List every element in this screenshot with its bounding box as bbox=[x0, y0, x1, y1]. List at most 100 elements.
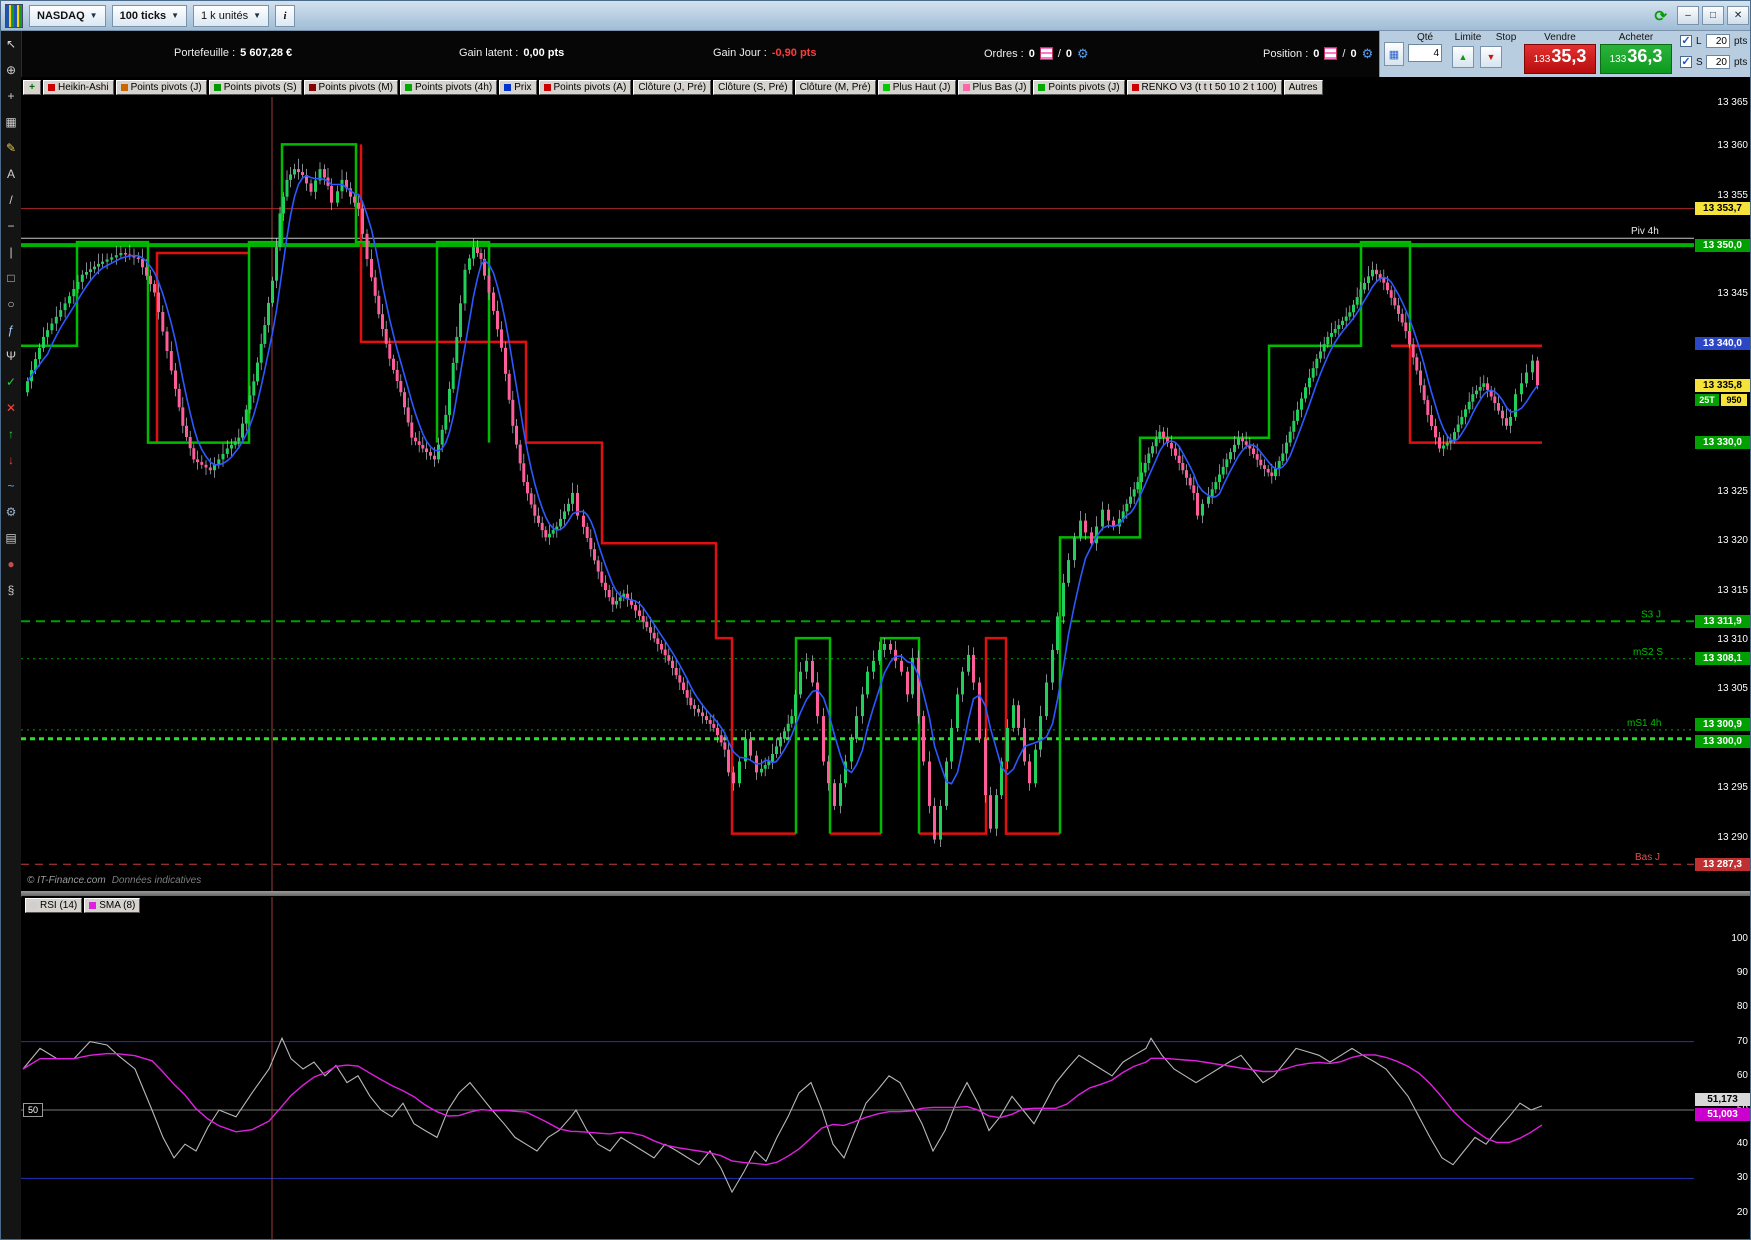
sell-button[interactable]: 133 35,3 bbox=[1524, 44, 1596, 74]
confirm-icon[interactable]: ✓ bbox=[1, 369, 21, 395]
short-stop-checkbox[interactable]: ✓ bbox=[1680, 56, 1692, 68]
short-stop-input[interactable] bbox=[1706, 55, 1730, 69]
zoom-tool-icon[interactable]: ⊕ bbox=[1, 57, 21, 83]
trading-platform-window: NASDAQ ▼ 100 ticks ▼ 1 k unités ▼ i ⟳ – … bbox=[0, 0, 1751, 1240]
buy-arrow-icon[interactable]: ↑ bbox=[1, 421, 21, 447]
close-button[interactable]: ✕ bbox=[1727, 6, 1749, 25]
info-button[interactable]: i bbox=[275, 4, 296, 27]
price-tick-label: 13 355 bbox=[1717, 189, 1748, 201]
timeframe-selector[interactable]: 100 ticks ▼ bbox=[111, 4, 187, 27]
ellipse-tool-icon[interactable]: ○ bbox=[1, 291, 21, 317]
price-badge: 13 287,3 bbox=[1695, 857, 1750, 871]
text-tool-icon[interactable]: A bbox=[1, 161, 21, 187]
buy-button[interactable]: 133 36,3 bbox=[1600, 44, 1672, 74]
list-icon[interactable]: ▤ bbox=[1, 525, 21, 551]
rsi-midline-label: 50 bbox=[23, 1103, 44, 1117]
rect-tool-icon[interactable]: □ bbox=[1, 265, 21, 291]
price-badge: 13 311,9 bbox=[1695, 614, 1750, 628]
price-tick-label: 13 345 bbox=[1717, 288, 1748, 300]
orders-table-icon[interactable] bbox=[1039, 47, 1053, 60]
svg-text:mS1 4h: mS1 4h bbox=[1627, 718, 1661, 729]
price-badge: 13 308,1 bbox=[1695, 652, 1750, 666]
indicator-tab[interactable]: Autres bbox=[1283, 79, 1323, 95]
price-chart[interactable]: Piv 4h S3 J mS2 S mS1 4h Bas J bbox=[21, 97, 1694, 891]
price-badge: 13 300,9 bbox=[1695, 718, 1750, 732]
qty-input[interactable] bbox=[1408, 44, 1442, 62]
buy-order-icon[interactable]: ▲ bbox=[1452, 46, 1474, 68]
indicator-tab[interactable]: Clôture (J, Pré) bbox=[633, 79, 712, 95]
hline-tool-icon[interactable]: − bbox=[1, 213, 21, 239]
svg-text:S3 J: S3 J bbox=[1641, 609, 1661, 620]
sma-color-swatch bbox=[89, 902, 97, 909]
buy-label: Acheter bbox=[1618, 32, 1654, 43]
position-count-2: 0 bbox=[1350, 47, 1357, 60]
titlebar: NASDAQ ▼ 100 ticks ▼ 1 k unités ▼ i ⟳ – … bbox=[1, 1, 1750, 31]
add-indicator-button[interactable]: + bbox=[23, 79, 41, 95]
indicator-tab[interactable]: Plus Haut (J) bbox=[877, 79, 956, 95]
indicator-tab[interactable]: Points pivots (S) bbox=[208, 79, 302, 95]
position-table-icon[interactable] bbox=[1324, 47, 1338, 60]
price-badge: 13 300,0 bbox=[1695, 735, 1750, 749]
grid-tool-icon[interactable]: ▦ bbox=[1, 109, 21, 135]
portfolio-info: Portefeuille : 5 607,28 € bbox=[174, 47, 292, 59]
indicator-tab[interactable]: Heikin-Ashi bbox=[43, 79, 114, 95]
wave-tool-icon[interactable]: ~ bbox=[1, 473, 21, 499]
sell-arrow-icon[interactable]: ↓ bbox=[1, 447, 21, 473]
indicator-color-swatch bbox=[882, 83, 890, 91]
minimize-button[interactable]: – bbox=[1677, 6, 1699, 25]
gain-latent-label: Gain latent : bbox=[459, 47, 519, 59]
indicator-tab[interactable]: Points pivots (J) bbox=[115, 79, 207, 95]
pitchfork-tool-icon[interactable]: Ψ bbox=[1, 343, 21, 369]
indicator-tab[interactable]: Prix bbox=[499, 79, 537, 95]
indicator-tab[interactable]: Points pivots (M) bbox=[303, 79, 398, 95]
chevron-down-icon: ▼ bbox=[171, 11, 179, 20]
cursor-tool-icon[interactable]: ↖ bbox=[1, 31, 21, 57]
crosshair-tool-icon[interactable]: + bbox=[1, 83, 21, 109]
indicator-tab[interactable]: Clôture (M, Pré) bbox=[794, 79, 876, 95]
price-axis[interactable]: 13 365 13 360 13 355 13 345 13 325 13 320 13 3… bbox=[1694, 97, 1750, 891]
delete-icon[interactable]: ✕ bbox=[1, 395, 21, 421]
sma-indicator-tab[interactable]: SMA (8) bbox=[84, 898, 141, 913]
price-tick-label: 13 310 bbox=[1717, 634, 1748, 646]
orders-gear-icon[interactable]: ⚙ bbox=[1077, 47, 1089, 60]
instrument-selector[interactable]: NASDAQ ▼ bbox=[29, 4, 106, 27]
settings-icon[interactable]: ⚙ bbox=[1, 499, 21, 525]
position-gear-icon[interactable]: ⚙ bbox=[1362, 47, 1374, 60]
long-stop-checkbox[interactable]: ✓ bbox=[1680, 35, 1692, 47]
svg-text:Bas J: Bas J bbox=[1635, 852, 1660, 863]
rsi-color-swatch bbox=[30, 902, 37, 909]
order-panel: ▦ Qté Limite Stop ▲ ▼ Vendre 133 35,3 Ac… bbox=[1379, 31, 1750, 77]
rsi-axis[interactable]: 100908070605040302051,17351,003 bbox=[1694, 897, 1750, 1239]
price-badge: 13 335,8 bbox=[1695, 378, 1750, 392]
panel-splitter[interactable] bbox=[21, 891, 1750, 896]
pencil-tool-icon[interactable]: ✎ bbox=[1, 135, 21, 161]
fibonacci-tool-icon[interactable]: ƒ bbox=[1, 317, 21, 343]
units-selector[interactable]: 1 k unités ▼ bbox=[193, 4, 270, 27]
section-icon[interactable]: § bbox=[1, 577, 21, 603]
vline-tool-icon[interactable]: | bbox=[1, 239, 21, 265]
indicator-tab[interactable]: Points pivots (4h) bbox=[400, 79, 498, 95]
stop-order-tab[interactable]: Stop bbox=[1490, 32, 1522, 43]
sync-icon[interactable]: ⟳ bbox=[1654, 7, 1667, 25]
maximize-button[interactable]: □ bbox=[1702, 6, 1724, 25]
sell-order-icon[interactable]: ▼ bbox=[1480, 46, 1502, 68]
indicator-color-swatch bbox=[120, 83, 128, 91]
rsi-tabs: RSI (14) SMA (8) bbox=[25, 898, 141, 913]
rsi-value-badge: 51,003 bbox=[1695, 1107, 1750, 1121]
price-tick-label: 13 320 bbox=[1717, 535, 1748, 547]
orders-info: Ordres : 0 / 0 ⚙ bbox=[984, 46, 1089, 61]
indicator-tab[interactable]: Clôture (S, Pré) bbox=[713, 79, 793, 95]
indicator-tab[interactable]: Plus Bas (J) bbox=[957, 79, 1032, 95]
indicator-tab[interactable]: Points pivots (J) bbox=[1033, 79, 1125, 95]
rsi-chart[interactable] bbox=[21, 897, 1694, 1240]
indicator-tab[interactable]: RENKO V3 (t t t 50 10 2 t 100) bbox=[1126, 79, 1282, 95]
svg-text:mS2 S: mS2 S bbox=[1633, 647, 1663, 658]
trendline-tool-icon[interactable]: / bbox=[1, 187, 21, 213]
long-stop-input[interactable] bbox=[1706, 34, 1730, 48]
record-icon[interactable]: ● bbox=[1, 551, 21, 577]
limit-order-tab[interactable]: Limite bbox=[1448, 32, 1488, 43]
price-badge: 13 340,0 bbox=[1695, 337, 1750, 351]
indicator-tab[interactable]: Points pivots (A) bbox=[538, 79, 632, 95]
rsi-indicator-tab[interactable]: RSI (14) bbox=[25, 898, 83, 913]
order-book-icon[interactable]: ▦ bbox=[1384, 42, 1404, 66]
